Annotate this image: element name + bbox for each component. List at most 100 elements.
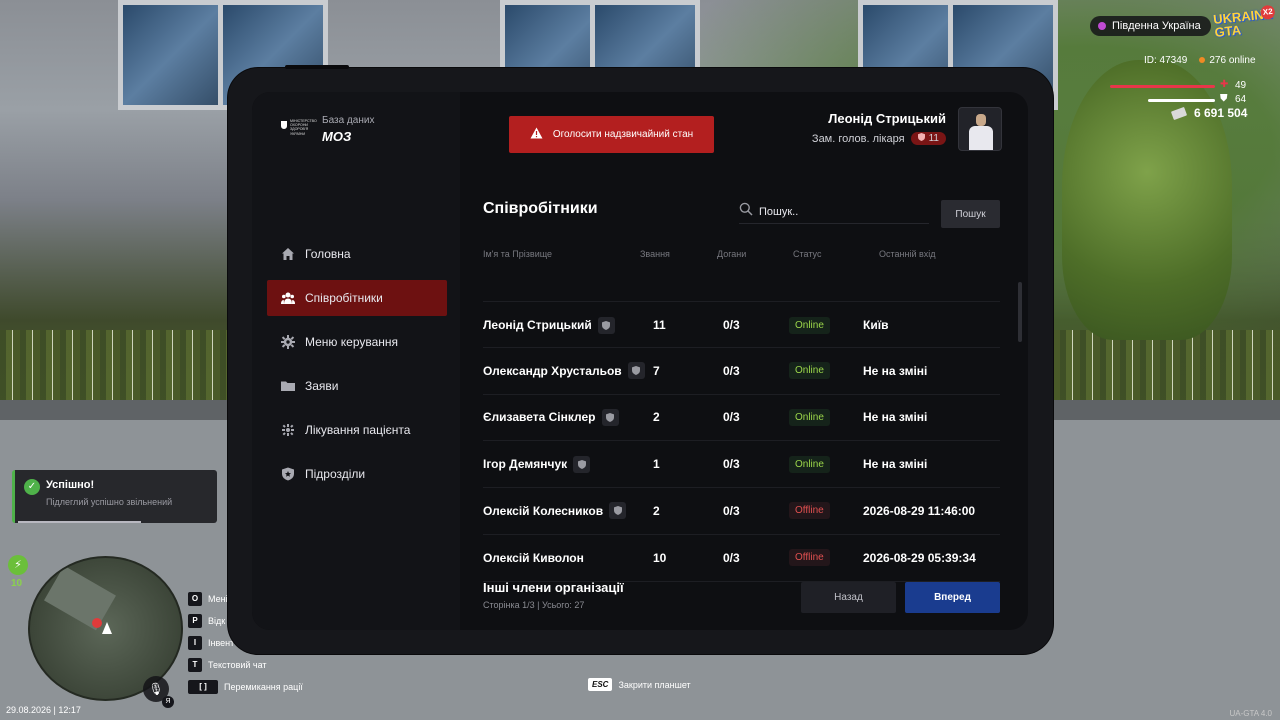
cell-rank: 11 bbox=[653, 318, 666, 332]
search-input[interactable] bbox=[759, 205, 919, 218]
key-cap: P bbox=[188, 614, 202, 628]
cell-status: Offline bbox=[789, 488, 830, 534]
avatar-body bbox=[969, 126, 993, 150]
rank-badge: 11 bbox=[910, 132, 946, 145]
region-label: Південна Україна bbox=[1112, 20, 1201, 32]
sidebar-nav: Головна Співробітники Меню керування Зая… bbox=[267, 236, 447, 500]
employee-name: Ігор Демянчук bbox=[483, 457, 568, 472]
keybind-label: Інвент bbox=[208, 638, 235, 648]
column-header-warnings: Догани bbox=[717, 249, 747, 259]
player-id: ID: 47349 bbox=[1144, 55, 1188, 66]
sidebar-item-control-menu[interactable]: Меню керування bbox=[267, 324, 447, 360]
cell-last-login: 2026-08-29 11:46:00 bbox=[863, 503, 976, 518]
table-row[interactable]: Ігор Демянчук 1 0/3 Online Не на зміні bbox=[483, 441, 1000, 489]
keybind-label: Відк bbox=[208, 616, 226, 626]
sidebar-item-employees[interactable]: Співробітники bbox=[267, 280, 447, 316]
table-row[interactable]: Олексій Колесников 2 0/3 Offline 2026-08-29 … bbox=[483, 488, 1000, 535]
warning-icon bbox=[530, 127, 543, 142]
money-value: 6 691 504 bbox=[1194, 106, 1248, 120]
keybind-label: Перемикання рації bbox=[224, 682, 303, 692]
esc-label: Закрити планшет bbox=[618, 679, 691, 690]
table-row[interactable]: Олексій Киволон 10 0/3 Offline 2026-08-29 05… bbox=[483, 535, 1000, 582]
sidebar: МІНІСТЕРСТВО ОХОРОНИ ЗДОРОВ'Я УКРАЇНИ Ба… bbox=[252, 92, 460, 630]
armor-icon: ⛊ bbox=[1220, 93, 1228, 104]
avatar bbox=[958, 107, 1002, 151]
cell-rank: 1 bbox=[653, 457, 660, 472]
search-icon bbox=[739, 202, 753, 221]
keybind-row: T Текстовий чат bbox=[188, 654, 303, 676]
emergency-button[interactable]: Оголосити надзвичайний стан bbox=[509, 116, 714, 153]
energy-icon: ⚡ bbox=[8, 555, 28, 575]
employee-name: Олександр Хрустальов bbox=[483, 363, 622, 378]
toast-message: Підлеглий успішно звільнений bbox=[46, 497, 173, 507]
key-cap: O bbox=[188, 592, 202, 606]
user-rank-label: Зам. голов. лікаря bbox=[811, 132, 905, 145]
cell-warnings: 0/3 bbox=[723, 363, 740, 378]
table-row[interactable]: Єлизавета Сінклер 2 0/3 Online Не на зміні bbox=[483, 394, 1000, 442]
sidebar-item-applications[interactable]: Заяви bbox=[267, 368, 447, 404]
home-icon bbox=[281, 247, 295, 261]
money-display: 6 691 504 bbox=[1170, 106, 1248, 120]
mic-key: Я bbox=[162, 696, 174, 708]
table-row[interactable]: Олександр Хрустальов 7 0/3 Online Не на змін… bbox=[483, 348, 1000, 395]
role-shield-icon bbox=[601, 408, 619, 426]
esc-hint: ESC Закрити планшет bbox=[588, 678, 691, 691]
sidebar-item-departments[interactable]: Підрозділи bbox=[267, 456, 447, 492]
column-header-rank: Звання bbox=[640, 249, 670, 259]
org-subtitle: База даних bbox=[322, 115, 375, 126]
sidebar-item-label: Головна bbox=[305, 247, 351, 261]
sidebar-item-label: Заяви bbox=[305, 379, 339, 393]
sidebar-item-label: Меню керування bbox=[305, 335, 399, 349]
org-name: МОЗ bbox=[322, 129, 352, 144]
region-dot-icon bbox=[1098, 22, 1106, 30]
health-icon: ✚ bbox=[1220, 79, 1229, 90]
key-cap: [ ] bbox=[188, 680, 218, 694]
employee-name: Олексій Колесников bbox=[483, 503, 604, 518]
rank-level: 11 bbox=[928, 133, 939, 144]
status-badge: Online bbox=[789, 408, 830, 426]
cell-status: Online bbox=[789, 441, 830, 487]
user-name: Леонід Стрицький bbox=[828, 111, 946, 126]
cell-status: Offline bbox=[789, 535, 830, 581]
date-time: 29.08.2026 | 12:17 bbox=[6, 705, 81, 715]
next-button[interactable]: Вперед bbox=[905, 582, 1000, 613]
status-badge: Offline bbox=[789, 549, 830, 566]
table-row[interactable]: Леонід Стрицький 11 0/3 Online Київ bbox=[483, 301, 1000, 348]
status-badge: Online bbox=[789, 362, 830, 380]
player-info: ID: 47349 276 online bbox=[1144, 55, 1256, 66]
column-header-status: Статус bbox=[793, 249, 822, 259]
online-label: 276 online bbox=[1209, 55, 1256, 66]
gear-icon bbox=[281, 335, 295, 349]
game-logo: UKRAINE GTA X2 bbox=[1212, 4, 1276, 43]
others-title: Інші члени організації bbox=[483, 580, 624, 595]
cell-status: Online bbox=[789, 394, 830, 440]
sidebar-item-label: Лікування пацієнта bbox=[305, 423, 411, 437]
sidebar-item-patient-treatment[interactable]: Лікування пацієнта bbox=[267, 412, 447, 448]
logo-multiplier: X2 bbox=[1260, 4, 1276, 21]
map-marker-icon bbox=[92, 618, 102, 628]
org-logo: МІНІСТЕРСТВО ОХОРОНИ ЗДОРОВ'Я УКРАЇНИ bbox=[281, 119, 317, 145]
success-toast: ✓ Успішно! Підлеглий успішно звільнений bbox=[12, 470, 217, 523]
cell-warnings: 0/3 bbox=[723, 457, 740, 472]
scrollbar[interactable] bbox=[1018, 282, 1022, 342]
back-button[interactable]: Назад bbox=[801, 582, 896, 613]
role-shield-icon bbox=[573, 455, 591, 473]
toast-progress bbox=[18, 521, 141, 523]
bg-tree bbox=[1062, 60, 1232, 340]
org-logo-text: МІНІСТЕРСТВО ОХОРОНИ ЗДОРОВ'Я УКРАЇНИ bbox=[290, 119, 317, 136]
cell-name: Олексій Колесников bbox=[483, 488, 627, 534]
tablet-camera bbox=[285, 65, 349, 69]
player-arrow-icon bbox=[102, 622, 112, 634]
sidebar-item-home[interactable]: Головна bbox=[267, 236, 447, 272]
money-icon bbox=[1170, 106, 1188, 120]
cell-rank: 2 bbox=[653, 410, 660, 425]
cell-last-login: Не на зміні bbox=[863, 457, 928, 472]
keybind-label: Мені bbox=[208, 594, 228, 604]
search-button[interactable]: Пошук bbox=[941, 200, 1000, 228]
toast-title: Успішно! bbox=[46, 479, 95, 491]
cell-rank: 10 bbox=[653, 550, 667, 565]
armor-bar bbox=[1148, 99, 1215, 102]
cell-rank: 2 bbox=[653, 503, 660, 518]
cell-warnings: 0/3 bbox=[723, 318, 740, 332]
role-shield-icon bbox=[627, 362, 645, 380]
